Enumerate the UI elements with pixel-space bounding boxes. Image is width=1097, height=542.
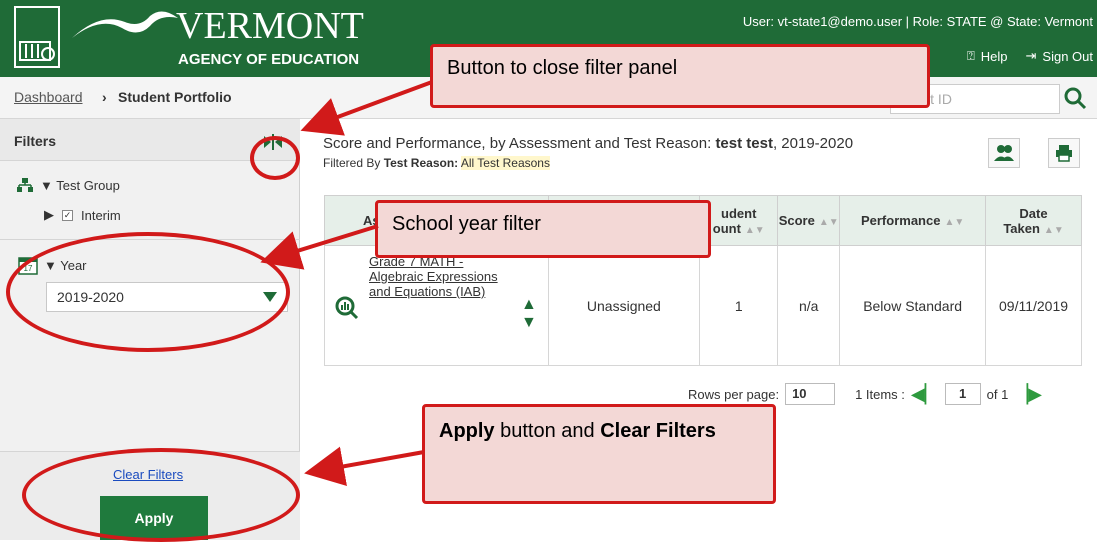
annotation-ellipse xyxy=(22,448,300,542)
next-page-icon[interactable]: ▕▶ xyxy=(1014,384,1042,405)
logo-subtitle: AGENCY OF EDUCATION xyxy=(178,51,360,68)
print-icon xyxy=(1056,145,1072,162)
help-icon: ⍰ xyxy=(966,48,975,63)
annotation-ellipse xyxy=(6,232,290,352)
breadcrumb-separator: › xyxy=(102,89,107,105)
sort-icon: ▲▼ xyxy=(944,217,965,228)
col-date-taken[interactable]: Date Taken ▲▼ xyxy=(985,195,1082,246)
filters-title: Filters xyxy=(14,133,57,149)
pagination: Rows per page: 10 1 Items : ◀▏ 1 of 1 ▕▶ xyxy=(688,383,1042,405)
search-button[interactable] xyxy=(1060,84,1094,114)
assessment-link[interactable]: Grade 7 MATH - Algebraic Expressions and… xyxy=(369,254,499,299)
magnifier-chart-icon[interactable] xyxy=(335,296,359,320)
hierarchy-icon xyxy=(17,178,33,192)
count-cell: 1 xyxy=(699,245,779,366)
help-link[interactable]: ⍰ Help xyxy=(967,48,1008,64)
performance-cell: Below Standard xyxy=(839,245,987,366)
test-group-filter-toggle[interactable]: ▼ Test Group xyxy=(16,177,120,193)
student-group-button[interactable] xyxy=(988,138,1020,168)
table-row: Grade 7 MATH - Algebraic Expressions and… xyxy=(324,245,1082,366)
callout-close-filter: Button to close filter panel xyxy=(430,44,930,108)
logo-building-icon xyxy=(14,6,60,68)
sign-out-icon: ⇥ xyxy=(1025,48,1037,63)
interim-label: Interim xyxy=(81,207,121,223)
sort-icon: ▲▼ xyxy=(818,217,839,228)
rows-per-page-input[interactable]: 10 xyxy=(785,383,836,405)
callout-apply-clear: Apply button and Clear Filters xyxy=(422,404,776,504)
user-info: User: vt-state1@demo.user | Role: STATE … xyxy=(742,14,1093,29)
users-icon xyxy=(994,145,1014,161)
sign-out-link[interactable]: ⇥ Sign Out xyxy=(1026,48,1094,64)
expand-row-icon[interactable]: ▲ ▼ xyxy=(521,296,537,332)
annotation-ellipse xyxy=(250,136,300,180)
date-cell: 09/11/2019 xyxy=(985,245,1082,366)
test-reason-value: All Test Reasons xyxy=(460,156,550,170)
sort-icon: ▲▼ xyxy=(1043,224,1064,236)
prev-page-icon[interactable]: ◀▏ xyxy=(911,384,939,405)
col-score[interactable]: Score ▲▼ xyxy=(777,195,841,246)
col-student-count[interactable]: udent ount ▲▼ xyxy=(699,195,779,246)
col-performance[interactable]: Performance ▲▼ xyxy=(839,195,987,246)
print-button[interactable] xyxy=(1048,138,1080,168)
search-icon xyxy=(1064,87,1087,110)
assessment-cell: Grade 7 MATH - Algebraic Expressions and… xyxy=(324,245,549,366)
logo-title: VERMONT xyxy=(176,5,364,47)
of-pages-label: of 1 xyxy=(986,386,1009,402)
page-title: Score and Performance, by Assessment and… xyxy=(323,135,854,152)
interim-option[interactable]: ▶ ✓ Interim xyxy=(44,207,121,223)
test-group-label: ▼ Test Group xyxy=(40,177,120,193)
rows-per-page-label: Rows per page: xyxy=(688,386,780,402)
filtered-by-text: Filtered By Test Reason: All Test Reason… xyxy=(323,156,550,170)
callout-school-year: School year filter xyxy=(375,200,711,258)
student-name: test test xyxy=(715,135,773,152)
reason-cell: Unassigned xyxy=(547,245,701,366)
help-label: Help xyxy=(980,48,1008,64)
logo-mountain-icon xyxy=(72,11,178,38)
page-input[interactable]: 1 xyxy=(944,383,981,405)
breadcrumb-dashboard-link[interactable]: Dashboard xyxy=(14,89,83,105)
sign-out-label: Sign Out xyxy=(1042,48,1093,64)
expand-arrow-icon: ▶ xyxy=(44,207,54,222)
breadcrumb-current: Student Portfolio xyxy=(118,89,232,105)
score-cell: n/a xyxy=(777,245,841,366)
items-label: 1 Items : xyxy=(855,386,905,402)
interim-checkbox[interactable]: ✓ xyxy=(62,209,73,221)
sort-icon: ▲▼ xyxy=(744,224,765,236)
